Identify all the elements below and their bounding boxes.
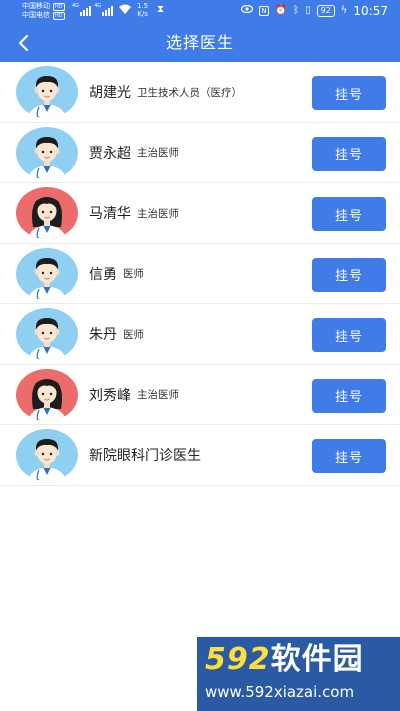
doctor-title: 医师 bbox=[123, 328, 144, 341]
wifi-icon bbox=[118, 4, 132, 18]
male-doctor-avatar-icon bbox=[16, 126, 78, 179]
register-button[interactable]: 挂号 bbox=[312, 378, 386, 413]
watermark-title: 592软件园 bbox=[205, 643, 364, 677]
doctor-name: 刘秀峰 bbox=[89, 387, 131, 404]
doctor-row-4[interactable]: 信勇 医师 挂号 bbox=[0, 243, 400, 304]
alarm-icon: ⏰ bbox=[274, 5, 288, 16]
doctor-name: 信勇 bbox=[89, 266, 117, 283]
carrier-info: 中国移动 HD 中国电信 HD bbox=[22, 2, 65, 20]
doctor-info: 贾永超 主治医师 bbox=[89, 123, 179, 183]
charging-icon: ϟ bbox=[340, 5, 348, 16]
register-button[interactable]: 挂号 bbox=[312, 439, 386, 473]
female-doctor-avatar-icon bbox=[16, 187, 78, 239]
doctor-avatar bbox=[16, 247, 78, 300]
battery-icon: 92 bbox=[316, 5, 335, 17]
male-doctor-avatar-icon bbox=[16, 66, 78, 118]
doctor-avatar bbox=[16, 429, 78, 481]
speed-value: 1.5 bbox=[137, 2, 149, 10]
doctor-name: 马清华 bbox=[89, 206, 131, 222]
doctor-name: 朱丹 bbox=[89, 327, 117, 343]
carrier-1: 中国移动 bbox=[22, 2, 50, 10]
page-title: 选择医生 bbox=[165, 33, 234, 52]
doctor-name: 贾永超 bbox=[89, 145, 131, 162]
carrier-1-badge: HD bbox=[53, 2, 65, 11]
register-button[interactable]: 挂号 bbox=[312, 257, 386, 292]
register-button[interactable]: 挂号 bbox=[312, 318, 386, 352]
doctor-row-3[interactable]: 马清华 主治医师 挂号 bbox=[0, 183, 400, 244]
top-bar: 选择医生 bbox=[0, 24, 400, 62]
doctor-row-5[interactable]: 朱丹 医师 挂号 bbox=[0, 304, 400, 365]
bluetooth-icon: ᛒ bbox=[293, 5, 300, 16]
male-doctor-avatar-icon bbox=[16, 429, 78, 481]
doctor-row-2[interactable]: 贾永超 主治医师 挂号 bbox=[0, 122, 400, 183]
doctor-info: 新院眼科门诊医生 bbox=[89, 425, 207, 485]
doctor-name: 新院眼科门诊医生 bbox=[89, 448, 201, 464]
doctor-row-1[interactable]: 胡建光 卫生技术人员（医疗） 挂号 bbox=[0, 62, 400, 123]
network-1-label: 4G bbox=[72, 3, 80, 9]
male-doctor-avatar-icon bbox=[16, 247, 78, 300]
doctor-list: 胡建光 卫生技术人员（医疗） 挂号 贾永超 主治医师 挂号 马清华 主治医师 挂… bbox=[0, 62, 400, 486]
signal-icon: 4G 4G bbox=[72, 3, 114, 16]
doctor-avatar bbox=[16, 308, 78, 360]
hourglass-icon: ⧗ bbox=[157, 4, 165, 15]
doctor-info: 刘秀峰 主治医师 bbox=[89, 365, 179, 425]
network-speed: 1.5 K/s bbox=[137, 2, 148, 18]
doctor-avatar bbox=[16, 126, 78, 179]
eye-icon bbox=[241, 4, 254, 18]
watermark-number: 592 bbox=[205, 642, 271, 677]
watermark-url: www.592xiazai.com bbox=[205, 683, 355, 701]
doctor-title: 卫生技术人员（医疗） bbox=[137, 86, 242, 99]
doctor-title: 主治医师 bbox=[137, 389, 179, 401]
doctor-avatar bbox=[16, 187, 78, 239]
doctor-row-6[interactable]: 刘秀峰 主治医师 挂号 bbox=[0, 364, 400, 425]
doctor-title: 医师 bbox=[123, 268, 144, 280]
status-bar: 中国移动 HD 中国电信 HD 4G 4G 1.5 K/s ⧗ N ⏰ ᛒ ▯ … bbox=[0, 0, 400, 24]
doctor-title: 主治医师 bbox=[137, 207, 179, 220]
doctor-avatar bbox=[16, 368, 78, 421]
doctor-info: 信勇 医师 bbox=[89, 244, 144, 304]
network-2-label: 4G bbox=[94, 3, 102, 9]
nfc-icon: N bbox=[259, 6, 269, 16]
register-button[interactable]: 挂号 bbox=[312, 197, 386, 231]
carrier-2: 中国电信 bbox=[22, 11, 50, 19]
vibrate-icon: ▯ bbox=[305, 5, 311, 16]
register-button[interactable]: 挂号 bbox=[312, 76, 386, 110]
speed-unit: K/s bbox=[137, 10, 148, 18]
register-button[interactable]: 挂号 bbox=[312, 136, 386, 171]
female-doctor-avatar-icon bbox=[16, 368, 78, 421]
doctor-avatar bbox=[16, 66, 78, 118]
clock: 10:57 bbox=[353, 4, 388, 18]
doctor-name: 胡建光 bbox=[89, 85, 131, 101]
watermark-text: 软件园 bbox=[270, 642, 364, 677]
doctor-info: 朱丹 医师 bbox=[89, 304, 144, 364]
status-icons: N ⏰ ᛒ ▯ 92 ϟ 10:57 bbox=[241, 4, 388, 18]
doctor-row-7[interactable]: 新院眼科门诊医生 挂号 bbox=[0, 425, 400, 486]
watermark-logo: 592软件园 www.592xiazai.com bbox=[197, 637, 400, 711]
carrier-2-badge: HD bbox=[53, 11, 65, 20]
doctor-info: 马清华 主治医师 bbox=[89, 183, 179, 243]
doctor-info: 胡建光 卫生技术人员（医疗） bbox=[89, 62, 242, 122]
male-doctor-avatar-icon bbox=[16, 308, 78, 360]
doctor-title: 主治医师 bbox=[137, 147, 179, 159]
